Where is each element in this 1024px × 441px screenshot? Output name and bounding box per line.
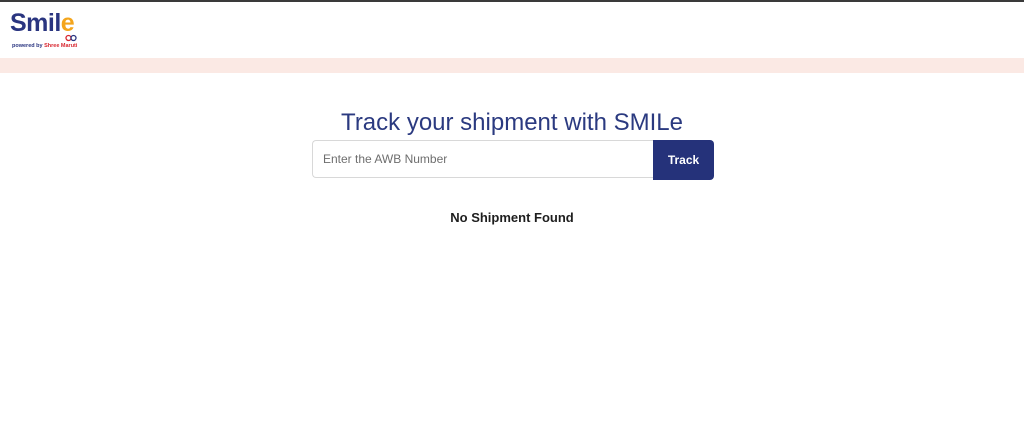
track-button[interactable]: Track bbox=[653, 140, 714, 180]
no-shipment-message: No Shipment Found bbox=[450, 210, 574, 225]
logo-tagline-brand: Shree Maruti bbox=[44, 43, 78, 49]
logo-word-last: e bbox=[60, 9, 75, 37]
logo-tagline-prefix: powered by bbox=[12, 43, 43, 49]
infinity-icon bbox=[65, 34, 77, 42]
awb-number-input[interactable] bbox=[312, 140, 654, 178]
page-title: Track your shipment with SMILe bbox=[341, 109, 683, 137]
smile-logo[interactable]: Smile powered by Shree Maruti bbox=[10, 8, 90, 54]
header-band bbox=[0, 58, 1024, 73]
logo-word-main: Smil bbox=[10, 9, 61, 37]
site-header: Smile powered by Shree Maruti bbox=[0, 2, 1024, 58]
logo-tagline: powered by Shree Maruti bbox=[12, 42, 77, 50]
tracking-form: Track bbox=[312, 140, 714, 180]
